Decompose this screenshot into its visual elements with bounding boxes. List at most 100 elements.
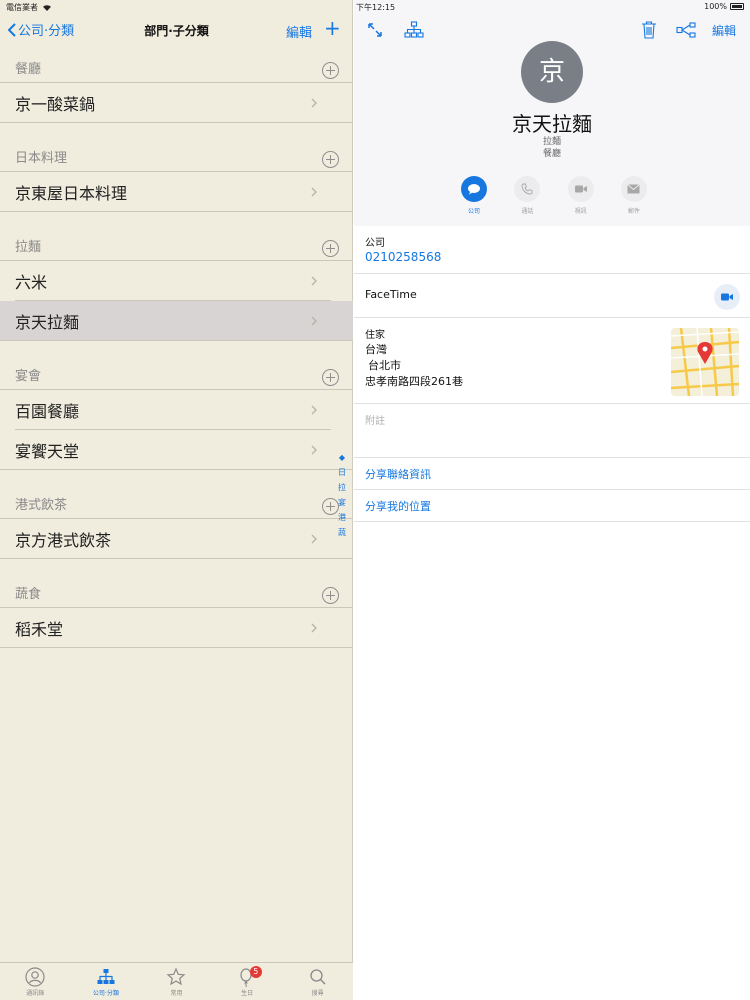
phone-icon (514, 176, 541, 202)
wifi-icon (42, 4, 52, 11)
tab-label: 常用 (170, 990, 183, 997)
share-nodes-icon[interactable] (676, 22, 696, 38)
back-button-label: 公司·分類 (18, 24, 75, 39)
category-list: 餐廳 京一酸菜鍋 日本料理 京東屋日本料理 拉麵 六米 京天拉麵 宴會 百園餐廳… (0, 48, 353, 648)
edit-button[interactable]: 編輯 (286, 22, 312, 41)
list-item-label: 六米 (15, 273, 48, 292)
notes-field[interactable]: 附註 (354, 404, 750, 458)
index-entry[interactable]: ◆ (339, 452, 345, 464)
action-label: 郵件 (627, 208, 640, 215)
battery-percent: 100% (704, 2, 727, 11)
section-header: 拉麵 (0, 226, 353, 261)
index-entry[interactable]: 拉 (338, 482, 346, 494)
call-action-button[interactable]: 通話 (507, 176, 547, 215)
chevron-right-icon (311, 534, 317, 544)
contact-detail-pane: 下午12:15 100% 編輯 京 京天拉麵 拉麵 餐廳 公司 通話 視訊 郵件… (354, 0, 750, 1000)
tab-company-category[interactable]: 公司·分類 (71, 963, 142, 1000)
list-item[interactable]: 京方港式飲茶 (0, 519, 353, 559)
list-item[interactable]: 京一酸菜鍋 (0, 83, 353, 123)
chevron-right-icon (311, 405, 317, 415)
message-icon (461, 176, 487, 202)
add-circle-icon[interactable] (322, 62, 339, 79)
section-title: 宴會 (15, 369, 42, 384)
index-entry[interactable]: 宴 (338, 497, 346, 509)
video-icon (721, 293, 733, 301)
facetime-field[interactable]: FaceTime (354, 274, 750, 318)
list-item-label: 稻禾堂 (15, 619, 64, 639)
share-location-button[interactable]: 分享我的位置 (365, 498, 431, 514)
index-entry[interactable]: 蔬 (338, 527, 346, 539)
index-entry[interactable]: 日 (338, 467, 346, 479)
index-entry[interactable]: 港 (338, 512, 346, 524)
add-circle-icon[interactable] (322, 369, 339, 386)
map-thumbnail[interactable] (671, 328, 739, 396)
phone-field[interactable]: 公司 0210258568 (354, 226, 750, 274)
org-chart-icon[interactable] (404, 21, 424, 39)
tab-search[interactable]: 搜尋 (282, 963, 353, 1000)
chevron-right-icon (311, 276, 317, 286)
chevron-left-icon (8, 22, 16, 37)
mail-action-button[interactable]: 郵件 (614, 176, 654, 215)
company-list-pane: 電信業者 公司·分類 部門·子分類 編輯 + 餐廳 京一酸菜鍋 日本料理 京東屋… (0, 0, 353, 1000)
action-label: 公司 (467, 208, 480, 215)
chevron-right-icon (311, 98, 317, 108)
tab-contacts[interactable]: 通訊錄 (0, 963, 71, 1000)
list-item-label: 京東屋日本料理 (15, 183, 128, 203)
action-label: 視訊 (574, 208, 587, 215)
list-item[interactable]: 稻禾堂 (0, 608, 353, 648)
facetime-label: FaceTime (365, 288, 417, 301)
mail-icon (620, 176, 647, 202)
chevron-right-icon (311, 445, 317, 455)
address-field[interactable]: 住家 台灣 台北市 忠孝南路四段261巷 (354, 318, 750, 404)
back-button[interactable]: 公司·分類 (8, 20, 74, 39)
tab-bar: 通訊錄 公司·分類 常用 5 生日 搜尋 (0, 962, 353, 1000)
video-action-button[interactable]: 視訊 (561, 176, 601, 215)
share-contact-button[interactable]: 分享聯絡資訊 (365, 466, 431, 482)
video-icon (567, 176, 594, 202)
add-circle-icon[interactable] (322, 587, 339, 604)
notes-label: 附註 (365, 416, 385, 427)
share-contact-row[interactable]: 分享聯絡資訊 (354, 458, 750, 490)
section-restaurant: 餐廳 京一酸菜鍋 (0, 48, 353, 123)
list-item[interactable]: 六米 (0, 261, 353, 301)
tab-birthday[interactable]: 5 生日 (212, 963, 283, 1000)
add-button[interactable]: + (324, 18, 341, 38)
list-item[interactable]: 宴饗天堂 (0, 430, 353, 470)
tab-label: 生日 (241, 990, 254, 997)
org-chart-icon (97, 969, 115, 984)
section-header: 宴會 (0, 355, 353, 390)
carrier-label: 電信業者 (6, 3, 38, 12)
address-country: 台灣 (365, 343, 387, 356)
contact-header: 下午12:15 100% 編輯 京 京天拉麵 拉麵 餐廳 公司 通話 視訊 郵件 (354, 0, 750, 226)
person-icon (25, 967, 45, 987)
tab-favorites[interactable]: 常用 (141, 963, 212, 1000)
section-title: 日本料理 (15, 151, 68, 166)
share-location-row[interactable]: 分享我的位置 (354, 490, 750, 522)
section-vegetarian: 蔬食 稻禾堂 (0, 573, 353, 648)
list-item[interactable]: 京東屋日本料理 (0, 172, 353, 212)
add-circle-icon[interactable] (322, 240, 339, 257)
facetime-video-button[interactable] (714, 284, 740, 310)
list-item-selected[interactable]: 京天拉麵 (0, 301, 353, 341)
trash-icon[interactable] (641, 20, 657, 39)
message-action-button[interactable]: 公司 (454, 176, 494, 215)
phone-value[interactable]: 0210258568 (365, 250, 441, 264)
quick-actions: 公司 通話 視訊 郵件 (454, 176, 654, 215)
phone-label: 公司 (365, 238, 385, 249)
contact-subtitle-category: 餐廳 (542, 149, 561, 159)
tab-label: 公司·分類 (92, 990, 119, 997)
list-item-label: 宴饗天堂 (15, 441, 80, 461)
list-item[interactable]: 百園餐廳 (0, 390, 353, 430)
section-header: 蔬食 (0, 573, 353, 608)
add-circle-icon[interactable] (322, 151, 339, 168)
section-japanese: 日本料理 京東屋日本料理 (0, 137, 353, 212)
expand-icon[interactable] (367, 22, 383, 38)
chevron-right-icon (311, 316, 317, 326)
section-title: 港式飲茶 (15, 498, 68, 513)
list-navigation-bar: 公司·分類 部門·子分類 編輯 + (0, 14, 353, 48)
edit-contact-button[interactable]: 編輯 (712, 22, 736, 39)
birthday-badge: 5 (249, 966, 262, 978)
tab-label: 通訊錄 (26, 990, 45, 997)
list-item-label: 百園餐廳 (15, 402, 80, 421)
section-index-bar[interactable]: ◆ 日 拉 宴 港 蔬 (336, 452, 348, 539)
